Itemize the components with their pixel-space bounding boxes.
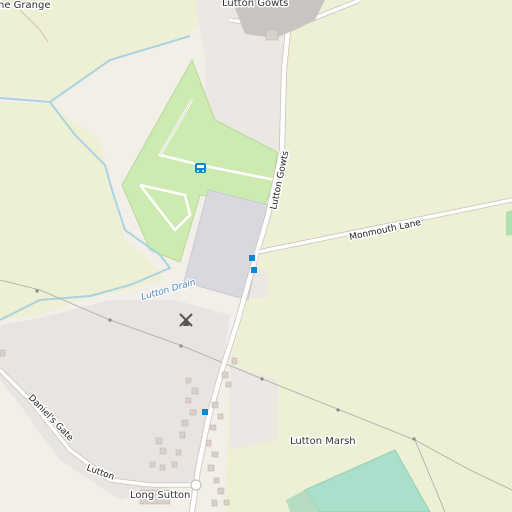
bus-stop-icon[interactable]: [249, 255, 255, 261]
building: [223, 499, 230, 506]
building: [185, 397, 192, 404]
place-label-long-sutton: Long Sutton: [130, 490, 190, 501]
building: [265, 29, 279, 41]
place-label-lutton-marsh: Lutton Marsh: [290, 436, 356, 447]
map-canvas[interactable]: he Grange Lutton Gowts Lutton Gowts Monm…: [0, 0, 512, 512]
building: [179, 431, 186, 439]
boundary-node: [260, 377, 264, 381]
building: [155, 437, 163, 445]
building: [185, 377, 192, 384]
building: [159, 464, 166, 471]
residential-area-east: [230, 365, 278, 450]
boundary-node: [179, 344, 183, 348]
green-sliver: [506, 210, 512, 236]
building: [225, 381, 232, 388]
building: [0, 349, 6, 357]
building: [189, 409, 197, 416]
boundary-node: [336, 408, 340, 412]
building: [207, 464, 215, 472]
place-label-lutton-gowts: Lutton Gowts: [222, 0, 288, 9]
map-view[interactable]: he Grange Lutton Gowts Lutton Gowts Monm…: [0, 0, 512, 512]
bus-station-icon[interactable]: [195, 163, 206, 173]
bus-stop-icon[interactable]: [202, 409, 208, 415]
boundary-node: [35, 289, 39, 293]
building: [191, 387, 199, 395]
building: [217, 487, 225, 495]
building: [211, 451, 219, 458]
building: [217, 413, 224, 420]
bus-stop-icon[interactable]: [251, 267, 257, 273]
building: [213, 477, 220, 484]
boundary-node: [412, 437, 416, 441]
building: [149, 461, 156, 468]
building: [211, 401, 219, 409]
place-label-grange: he Grange: [0, 0, 51, 11]
building: [205, 439, 212, 447]
building: [231, 357, 238, 365]
building: [209, 424, 217, 431]
building: [221, 371, 229, 379]
building: [211, 499, 218, 507]
boundary-node: [108, 318, 112, 322]
building: [181, 419, 189, 427]
building: [159, 447, 167, 455]
building: [175, 449, 182, 456]
building: [171, 461, 178, 468]
roundabout: [190, 479, 202, 491]
